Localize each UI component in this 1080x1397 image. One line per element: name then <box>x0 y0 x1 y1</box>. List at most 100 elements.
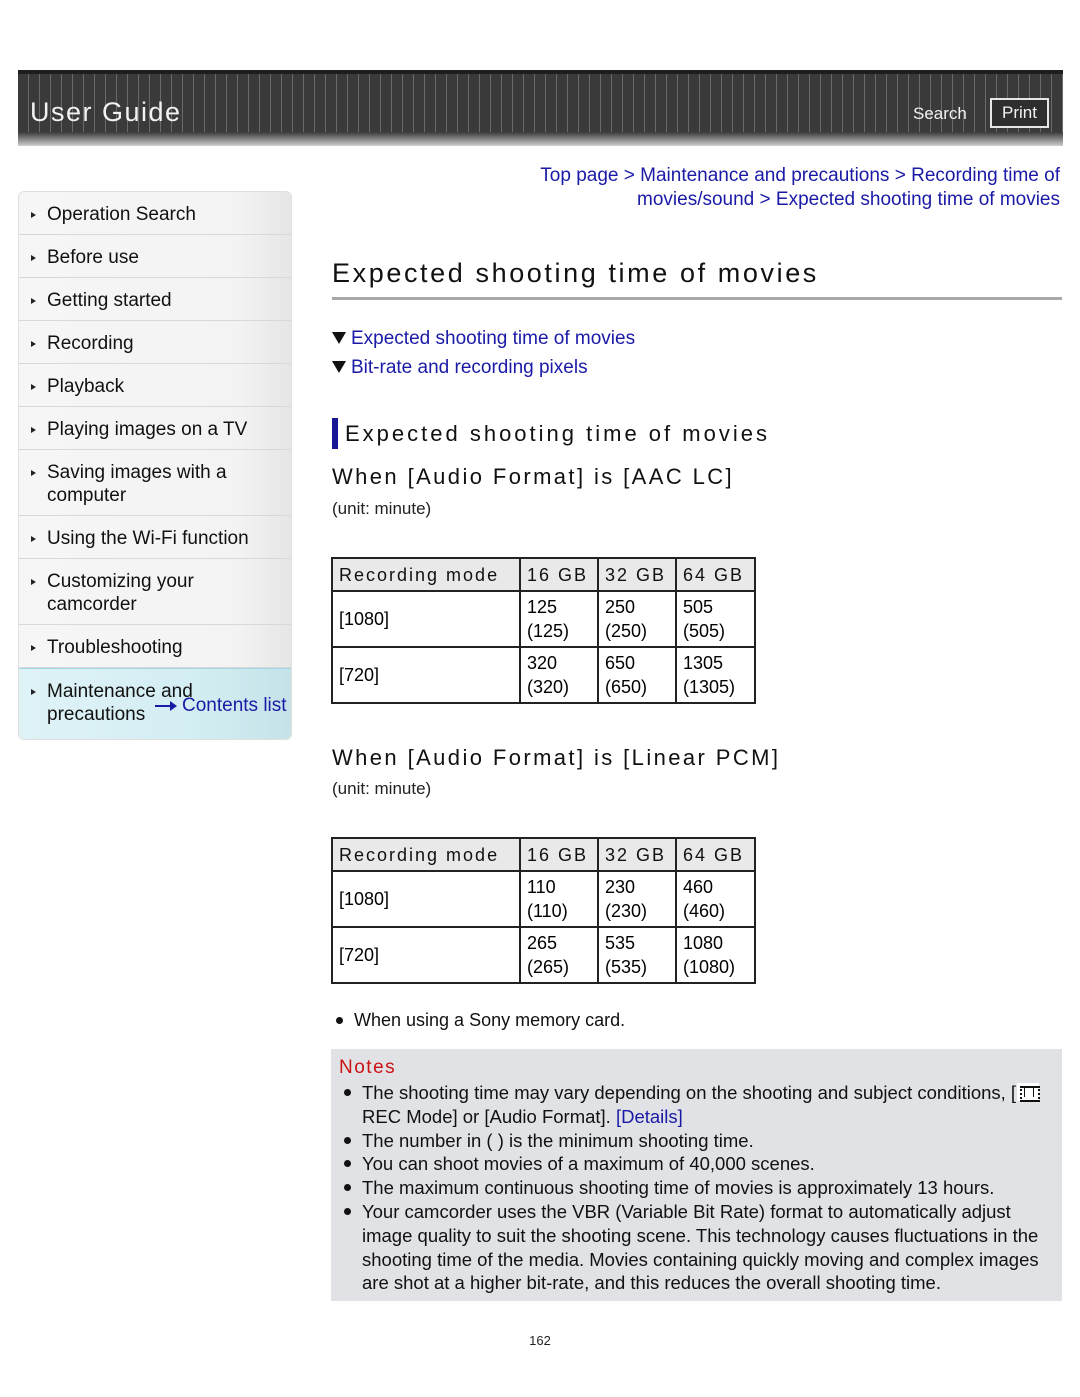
minimum-time: (230) <box>605 901 648 921</box>
minimum-time: (320) <box>527 677 570 697</box>
contents-list-link[interactable]: Contents list <box>155 695 287 717</box>
minimum-time: (265) <box>527 957 570 977</box>
column-header: Recording mode <box>331 557 521 592</box>
linear-pcm-unit: (unit: minute) <box>332 779 432 798</box>
note-item: The number in ( ) is the minimum shootin… <box>339 1129 1054 1153</box>
footnote-text: When using a Sony memory card. <box>354 1010 626 1030</box>
section-heading: Expected shooting time of movies <box>332 418 770 449</box>
note-text: Your camcorder uses the VBR (Variable Bi… <box>362 1200 1039 1294</box>
typical-time: 1305 <box>683 653 724 673</box>
typical-time: 125 <box>527 597 558 617</box>
caret-right-icon <box>31 255 36 261</box>
minimum-time: (1305) <box>683 677 736 697</box>
column-header: 16 GB <box>519 557 599 592</box>
page-toc: Expected shooting time of movies Bit-rat… <box>332 324 635 382</box>
aac-lc-heading: When [Audio Format] is [AAC LC] <box>332 464 735 489</box>
minimum-time: (1080) <box>683 957 736 977</box>
caret-right-icon <box>31 536 36 542</box>
minimum-time: (125) <box>527 621 570 641</box>
movie-film-icon <box>1017 1083 1041 1102</box>
linear-pcm-heading: When [Audio Format] is [Linear PCM] <box>332 745 781 770</box>
header-bar: User Guide Search Print <box>18 70 1063 146</box>
notes-box: Notes The shooting time may vary dependi… <box>331 1049 1062 1301</box>
typical-time: 460 <box>683 877 714 897</box>
notes-title: Notes <box>339 1057 397 1078</box>
table-row: [1080] 110 (110) 230 (230) 460 (460) <box>331 870 756 928</box>
column-header: 64 GB <box>675 837 756 872</box>
value-cell: 250 (250) <box>597 590 677 648</box>
note-item: The shooting time may vary depending on … <box>339 1081 1054 1129</box>
sidebar-item-before-use[interactable]: Before use <box>19 235 291 278</box>
page-number: 162 <box>529 1333 551 1348</box>
typical-time: 505 <box>683 597 714 617</box>
typical-time: 250 <box>605 597 636 617</box>
sidebar-item-label: Playback <box>47 376 125 397</box>
note-text: REC Mode] or [Audio Format]. <box>362 1105 616 1127</box>
bullet-icon <box>344 1136 351 1144</box>
breadcrumb-top-page[interactable]: Top page <box>540 165 618 186</box>
bullet-icon <box>344 1089 351 1096</box>
app-title: User Guide <box>30 97 182 127</box>
section-title: Expected shooting time of movies <box>345 420 770 446</box>
caret-right-icon <box>31 298 36 304</box>
sidebar-item-label: Troubleshooting <box>47 637 183 658</box>
breadcrumb-separator: > <box>894 165 912 186</box>
sidebar-item-operation-search[interactable]: Operation Search <box>19 192 291 235</box>
caret-right-icon <box>31 427 36 433</box>
sidebar-item-saving-images[interactable]: Saving images with a computer <box>19 450 291 516</box>
sidebar-item-troubleshooting[interactable]: Troubleshooting <box>19 625 291 668</box>
value-cell: 505 (505) <box>675 590 756 648</box>
title-divider <box>332 297 1062 300</box>
note-item: You can shoot movies of a maximum of 40,… <box>339 1152 1054 1176</box>
aac-lc-table: Recording mode 16 GB 32 GB 64 GB [1080] … <box>331 557 756 704</box>
column-header: 64 GB <box>675 557 756 592</box>
value-cell: 265 (265) <box>519 926 599 984</box>
typical-time: 1080 <box>683 933 724 953</box>
column-header: Recording mode <box>331 837 521 872</box>
typical-time: 650 <box>605 653 636 673</box>
sidebar-item-customizing[interactable]: Customizing your camcorder <box>19 559 291 625</box>
sidebar-item-getting-started[interactable]: Getting started <box>19 278 291 321</box>
typical-time: 535 <box>605 933 636 953</box>
caret-right-icon <box>31 579 36 585</box>
caret-right-icon <box>31 645 36 651</box>
breadcrumb-current[interactable]: Expected shooting time of movies <box>776 189 1060 210</box>
note-text: The shooting time may vary depending on … <box>362 1082 1017 1103</box>
note-text: The number in ( ) is the minimum shootin… <box>362 1129 754 1151</box>
contents-list-label: Contents list <box>182 695 287 716</box>
sidebar-item-wifi[interactable]: Using the Wi-Fi function <box>19 516 291 559</box>
toc-link-expected-time[interactable]: Expected shooting time of movies <box>332 324 635 353</box>
sidebar-item-recording[interactable]: Recording <box>19 321 291 364</box>
breadcrumb-separator: > <box>759 189 776 210</box>
sidebar-item-label: Saving images with a computer <box>47 462 227 506</box>
table-header-row: Recording mode 16 GB 32 GB 64 GB <box>331 557 756 592</box>
sidebar-item-playback[interactable]: Playback <box>19 364 291 407</box>
toc-link-bitrate[interactable]: Bit-rate and recording pixels <box>332 353 635 382</box>
column-header: 16 GB <box>519 837 599 872</box>
minimum-time: (460) <box>683 901 726 921</box>
value-cell: 460 (460) <box>675 870 756 928</box>
bullet-icon <box>344 1184 351 1192</box>
caret-right-icon <box>31 212 36 218</box>
caret-right-icon <box>31 689 36 695</box>
triangle-down-icon <box>332 331 346 344</box>
typical-time: 110 <box>527 877 556 897</box>
details-link[interactable]: [Details] <box>616 1106 683 1127</box>
caret-right-icon <box>31 384 36 390</box>
breadcrumb-maintenance[interactable]: Maintenance and precautions <box>640 165 889 186</box>
bullet-icon <box>344 1207 351 1215</box>
bullet-icon <box>336 1017 343 1024</box>
sidebar-item-label: Playing images on a TV <box>47 419 248 440</box>
mode-cell: [720] <box>331 646 521 704</box>
sidebar-item-label: Getting started <box>47 290 172 311</box>
search-link[interactable]: Search <box>913 104 967 124</box>
value-cell: 125 (125) <box>519 590 599 648</box>
arrow-right-icon <box>155 701 177 711</box>
breadcrumb-separator: > <box>623 165 641 186</box>
sidebar-nav: Operation Search Before use Getting star… <box>18 191 292 740</box>
page-title: Expected shooting time of movies <box>332 258 819 288</box>
sidebar-item-playing-on-tv[interactable]: Playing images on a TV <box>19 407 291 450</box>
print-button[interactable]: Print <box>990 98 1049 128</box>
sidebar-item-label: Using the Wi-Fi function <box>47 528 249 549</box>
typical-time: 230 <box>605 877 636 897</box>
